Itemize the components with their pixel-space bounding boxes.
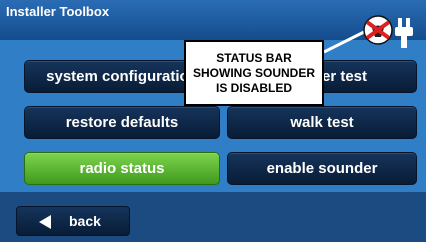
walk-test-button[interactable]: walk test: [227, 106, 417, 139]
callout-line-2: SHOWING SOUNDER: [192, 66, 315, 80]
status-icons: [362, 12, 426, 52]
system-configuration-label: system configuration: [46, 68, 198, 85]
radio-status-button[interactable]: radio status: [24, 152, 220, 185]
radio-status-label: radio status: [79, 160, 165, 177]
walk-test-label: walk test: [290, 114, 354, 131]
power-plug-icon: [395, 18, 413, 48]
enable-sounder-button[interactable]: enable sounder: [227, 152, 417, 185]
restore-defaults-label: restore defaults: [65, 114, 179, 131]
callout-line-1: STATUS BAR: [216, 51, 292, 65]
callout-line-3: IS DISABLED: [215, 81, 292, 95]
back-arrow-icon: [39, 215, 51, 229]
back-label: back: [69, 213, 101, 229]
back-button[interactable]: back: [16, 206, 130, 236]
sounder-disabled-icon: [363, 15, 393, 45]
window-title: Installer Toolbox: [6, 4, 110, 19]
restore-defaults-button[interactable]: restore defaults: [24, 106, 220, 139]
enable-sounder-label: enable sounder: [266, 160, 378, 177]
status-bar-callout: STATUS BAR SHOWING SOUNDER IS DISABLED: [184, 40, 324, 106]
